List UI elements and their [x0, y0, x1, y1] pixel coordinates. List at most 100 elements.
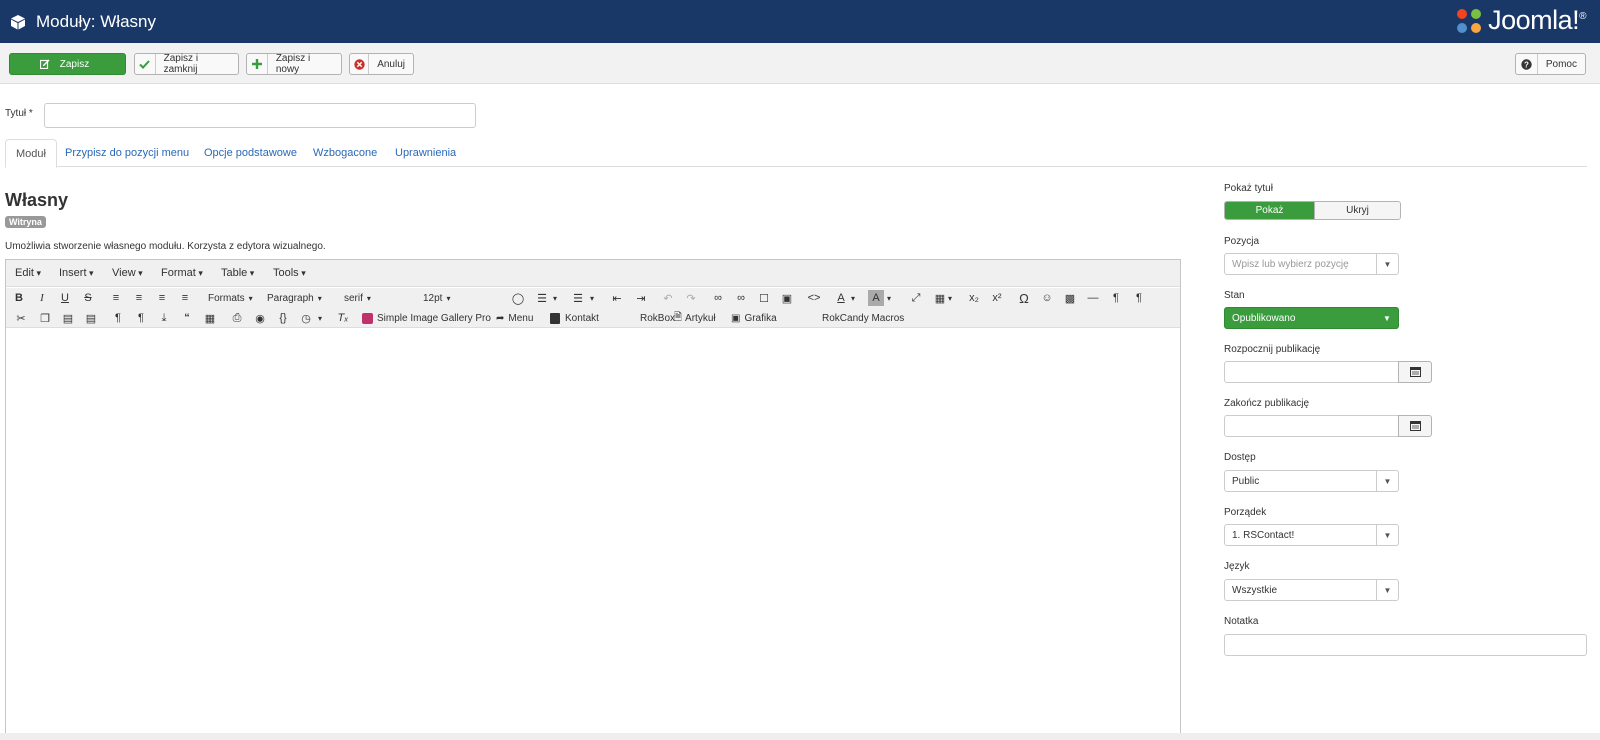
menu-edit[interactable]: Edit — [15, 267, 41, 279]
binoculars-icon[interactable]: ◯ — [510, 290, 526, 306]
media-icon[interactable]: ▩ — [1062, 290, 1078, 306]
datetime-chevron-icon[interactable]: ▾ — [318, 310, 322, 326]
unlink-icon[interactable]: ∞ — [733, 290, 749, 306]
rtl-icon[interactable]: ¶ — [1131, 290, 1147, 306]
article-plugin-button[interactable]: 🗎 Artykuł — [674, 310, 716, 326]
ordering-select[interactable]: 1. RSContact! ▼ — [1224, 524, 1399, 546]
paragraph-icon[interactable]: ¶ — [110, 310, 126, 326]
italic-icon[interactable]: I — [34, 290, 50, 306]
contact-plugin-button[interactable]: Kontakt — [550, 310, 599, 326]
state-select[interactable]: Opublikowano ▼ — [1224, 307, 1399, 329]
paste-text-icon[interactable]: ▤ — [83, 310, 99, 326]
horizontal-rule-icon[interactable]: — — [1085, 290, 1101, 306]
action-toolbar: Zapisz Zapisz i zamknij Zapisz i nowy An… — [0, 43, 1600, 84]
publish-up-input[interactable] — [1224, 361, 1399, 383]
superscript-icon[interactable]: x² — [989, 290, 1005, 306]
bullet-list-icon[interactable]: ☰ — [534, 290, 550, 306]
note-input[interactable] — [1224, 634, 1587, 656]
blockquote-icon[interactable]: “ — [179, 310, 195, 326]
cancel-button[interactable]: Anuluj — [349, 53, 414, 75]
align-left-icon[interactable]: ≡ — [108, 290, 124, 306]
language-select[interactable]: Wszystkie ▼ — [1224, 579, 1399, 601]
show-title-off-button[interactable]: Ukryj — [1314, 202, 1400, 219]
calendar-button[interactable] — [1398, 415, 1432, 437]
logo-text: Joomla! — [1488, 5, 1580, 35]
access-select[interactable]: Public ▼ — [1224, 470, 1399, 492]
save-new-button[interactable]: Zapisz i nowy — [246, 53, 342, 75]
publish-down-label: Zakończ publikację — [1224, 398, 1310, 409]
formats-dropdown[interactable]: Formats — [208, 290, 253, 306]
align-justify-icon[interactable]: ≡ — [177, 290, 193, 306]
table-icon[interactable]: ▦ — [932, 290, 948, 306]
insert-icon[interactable]: ⤓ — [156, 310, 172, 326]
link-icon[interactable]: ∞ — [710, 290, 726, 306]
calendar-icon — [1409, 367, 1421, 377]
emoticons-icon[interactable]: ☺ — [1039, 290, 1055, 306]
block-format-dropdown[interactable]: Paragraph — [267, 290, 337, 306]
menu-tools[interactable]: Tools — [273, 267, 306, 279]
menu-view[interactable]: View — [112, 267, 143, 279]
image-icon[interactable]: ▣ — [779, 290, 795, 306]
ordering-label: Porządek — [1224, 507, 1267, 518]
tab-menu-assignment[interactable]: Przypisz do pozycji menu — [55, 139, 199, 167]
tab-module[interactable]: Moduł — [5, 139, 57, 168]
image-plugin-button[interactable]: ▣ Grafika — [731, 310, 777, 326]
position-select[interactable]: Wpisz lub wybierz pozycję ▼ — [1224, 253, 1399, 275]
undo-icon[interactable]: ↶ — [660, 290, 676, 306]
copy-icon[interactable]: ❐ — [37, 310, 53, 326]
numbered-list-chevron-icon[interactable]: ▾ — [590, 290, 594, 306]
print-icon[interactable]: ⎙ — [229, 310, 245, 326]
show-blocks-icon[interactable]: ¶ — [133, 310, 149, 326]
align-center-icon[interactable]: ≡ — [131, 290, 147, 306]
align-right-icon[interactable]: ≡ — [154, 290, 170, 306]
rokbox-plugin-button[interactable]: RokBox — [640, 310, 675, 326]
bold-icon[interactable]: B — [11, 290, 27, 306]
menu-format[interactable]: Format — [161, 267, 203, 279]
redo-icon[interactable]: ↷ — [683, 290, 699, 306]
underline-icon[interactable]: U — [57, 290, 73, 306]
paste-icon[interactable]: ▤ — [60, 310, 76, 326]
text-color-chevron-icon[interactable]: ▾ — [851, 290, 855, 306]
menu-insert[interactable]: Insert — [59, 267, 94, 279]
rokcandy-plugin-button[interactable]: RokCandy Macros — [822, 310, 904, 326]
tab-basic-options[interactable]: Opcje podstawowe — [194, 139, 307, 167]
strikethrough-icon[interactable]: S — [80, 290, 96, 306]
save-close-button[interactable]: Zapisz i zamknij — [134, 53, 239, 75]
language-label: Język — [1224, 561, 1250, 572]
background-color-icon[interactable]: A — [868, 290, 884, 306]
bookmark-icon[interactable]: ☐ — [756, 290, 772, 306]
font-size-dropdown[interactable]: 12pt — [423, 290, 495, 306]
code-icon[interactable]: <> — [806, 290, 822, 306]
ltr-icon[interactable]: ¶ — [1108, 290, 1124, 306]
save-button[interactable]: Zapisz — [9, 53, 126, 75]
preview-icon[interactable]: ◉ — [252, 310, 268, 326]
indent-icon[interactable]: ⇥ — [633, 290, 649, 306]
title-input[interactable] — [44, 103, 476, 128]
font-family-dropdown[interactable]: serif — [344, 290, 416, 306]
code-sample-icon[interactable]: {} — [275, 310, 291, 326]
background-color-chevron-icon[interactable]: ▾ — [887, 290, 891, 306]
subscript-icon[interactable]: x₂ — [966, 290, 982, 306]
template-icon[interactable]: ▦ — [202, 310, 218, 326]
text-color-icon[interactable]: A — [833, 290, 849, 306]
special-char-icon[interactable]: Ω — [1016, 290, 1032, 306]
menu-plugin-button[interactable]: ➦ Menu — [496, 310, 533, 326]
bullet-list-chevron-icon[interactable]: ▾ — [553, 290, 557, 306]
show-title-on-button[interactable]: Pokaż — [1225, 202, 1314, 219]
tab-permissions[interactable]: Uprawnienia — [385, 139, 466, 167]
datetime-icon[interactable]: ◷ — [298, 310, 314, 326]
table-chevron-icon[interactable]: ▾ — [948, 290, 952, 306]
menu-table[interactable]: Table — [221, 267, 254, 279]
editor-content-area[interactable] — [6, 330, 1180, 740]
gallery-plugin-button[interactable]: Simple Image Gallery Pro — [362, 310, 491, 326]
publish-down-input[interactable] — [1224, 415, 1399, 437]
numbered-list-icon[interactable]: ☰ — [570, 290, 586, 306]
outdent-icon[interactable]: ⇤ — [609, 290, 625, 306]
help-button[interactable]: ? Pomoc — [1515, 53, 1586, 75]
cut-icon[interactable]: ✂ — [13, 310, 29, 326]
tab-advanced[interactable]: Wzbogacone — [303, 139, 387, 167]
calendar-button[interactable] — [1398, 361, 1432, 383]
clear-format-icon[interactable]: Tₓ — [335, 310, 351, 326]
fullscreen-icon[interactable]: ⤢ — [908, 290, 924, 306]
cancel-circle-icon — [350, 54, 370, 74]
